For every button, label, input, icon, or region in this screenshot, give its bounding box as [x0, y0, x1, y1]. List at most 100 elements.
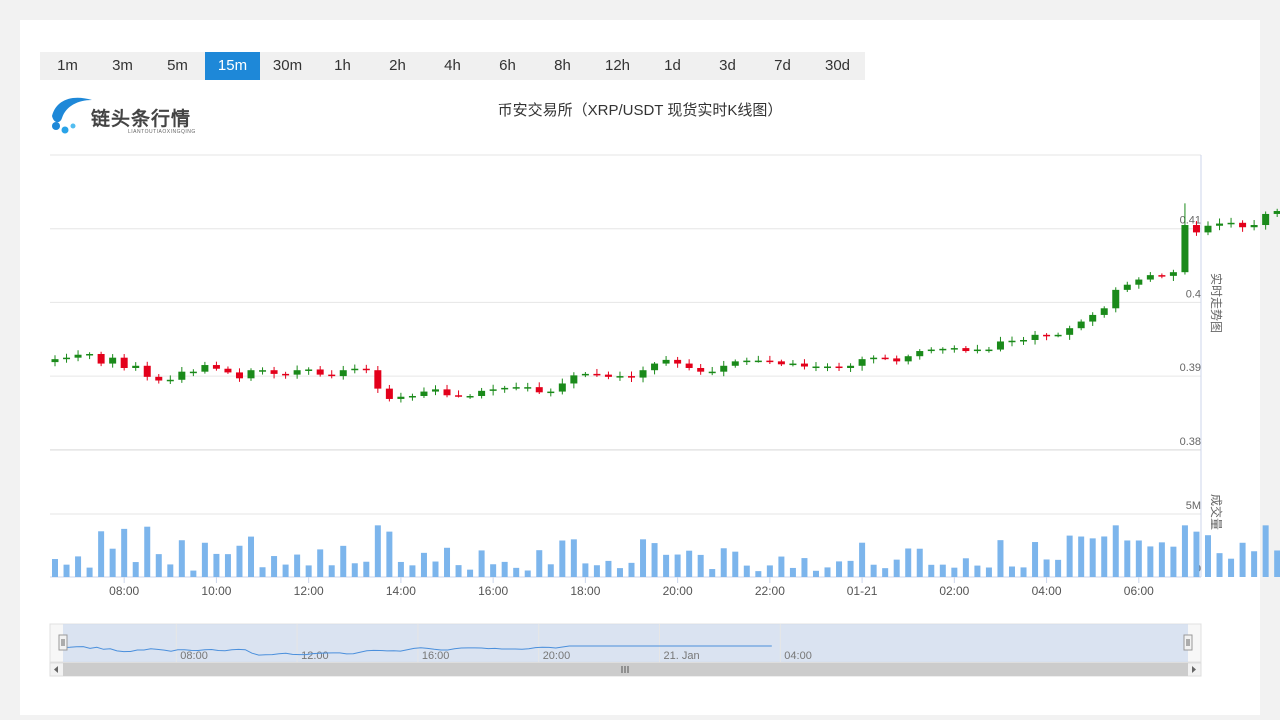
candle	[143, 365, 151, 377]
candle	[501, 387, 509, 390]
candle	[282, 373, 290, 376]
candle	[166, 379, 174, 382]
volume-bar	[1043, 559, 1050, 577]
candle	[1031, 334, 1039, 340]
candle	[697, 367, 705, 372]
candle	[478, 390, 486, 396]
volume-bar	[98, 531, 105, 577]
candle	[293, 370, 301, 375]
price-tick-label: 0.41	[1180, 215, 1201, 227]
candle	[835, 366, 843, 369]
volume-bar	[1112, 525, 1119, 577]
volume-bar	[593, 565, 600, 577]
candle	[524, 387, 532, 389]
volume-bar	[801, 558, 808, 577]
volume-bar	[340, 545, 347, 577]
candle	[628, 376, 635, 378]
volume-bar	[1078, 536, 1085, 577]
candle	[685, 363, 693, 368]
candle	[651, 363, 659, 371]
volume-bar	[859, 542, 866, 577]
volume-bar	[732, 551, 739, 577]
candle	[1054, 334, 1062, 337]
volume-bar	[789, 567, 796, 577]
volume-bar	[882, 568, 889, 577]
candle	[408, 395, 416, 398]
candle	[97, 353, 105, 364]
volume-bar	[1020, 567, 1027, 577]
candle	[328, 374, 336, 377]
candle	[259, 370, 267, 372]
candle	[904, 356, 912, 362]
candle	[178, 371, 186, 380]
volume-bar	[824, 567, 831, 577]
volume-bar	[236, 545, 243, 577]
navigator-tick-label: 12:00	[301, 650, 329, 662]
candle	[985, 349, 993, 352]
volume-bar	[282, 564, 289, 577]
candle	[397, 396, 405, 399]
navigator-right-handle[interactable]	[1183, 634, 1193, 651]
volume-bar	[1124, 540, 1131, 577]
volume-bar	[75, 556, 82, 577]
price-tick-label: 0.39	[1180, 362, 1201, 374]
candle	[708, 371, 716, 374]
candle	[754, 360, 762, 363]
candle	[1020, 339, 1028, 342]
volume-bar	[1101, 536, 1108, 577]
navigator-tick-label: 04:00	[784, 650, 812, 662]
time-tick-label: 22:00	[755, 584, 785, 598]
volume-bar	[524, 570, 531, 577]
candle	[1043, 334, 1051, 337]
volume-bar	[121, 528, 128, 577]
kline-chart[interactable]: 0.410.40.390.385M0实时走势图成交量08:0010:0012:0…	[0, 0, 1280, 720]
volume-bar	[386, 531, 393, 577]
candle	[420, 391, 428, 396]
candle	[731, 361, 739, 366]
candle	[201, 365, 209, 372]
candle	[489, 389, 497, 391]
volume-bar	[605, 560, 612, 577]
volume-bar	[328, 565, 335, 577]
candle	[1192, 225, 1200, 233]
volume-bar	[144, 526, 151, 577]
candle	[385, 388, 393, 399]
candle	[1204, 225, 1212, 233]
volume-bar	[651, 543, 658, 577]
volume-bar	[1239, 542, 1246, 577]
candle	[1135, 279, 1143, 285]
candle	[466, 395, 474, 398]
volume-bar	[397, 561, 404, 577]
candle	[235, 372, 243, 379]
candle	[1123, 284, 1131, 290]
volume-bar	[109, 548, 116, 577]
candle	[132, 365, 140, 368]
candle	[305, 369, 313, 371]
candle	[581, 373, 589, 376]
volume-bar	[836, 561, 843, 577]
candle	[316, 369, 324, 375]
candle	[1262, 213, 1270, 226]
navigator-left-handle[interactable]	[58, 634, 68, 651]
time-tick-label: 08:00	[109, 584, 139, 598]
time-tick-label: 16:00	[478, 584, 508, 598]
volume-bar	[939, 564, 946, 577]
candle	[824, 366, 832, 369]
volume-bar	[536, 550, 543, 577]
volume-bar	[697, 554, 704, 577]
candle	[893, 358, 901, 362]
volume-bar	[766, 565, 773, 577]
candle	[950, 348, 958, 350]
candle	[777, 361, 785, 365]
candle	[512, 387, 520, 389]
price-tick-label: 0.4	[1186, 288, 1201, 300]
volume-bar	[951, 567, 958, 577]
candle	[362, 368, 370, 371]
candle	[720, 365, 728, 372]
volume-bar	[501, 561, 508, 577]
candle	[120, 357, 128, 368]
volume-bar	[1262, 525, 1269, 577]
candle	[1181, 225, 1189, 273]
volume-bar	[547, 564, 554, 577]
volume-bar	[812, 570, 819, 577]
